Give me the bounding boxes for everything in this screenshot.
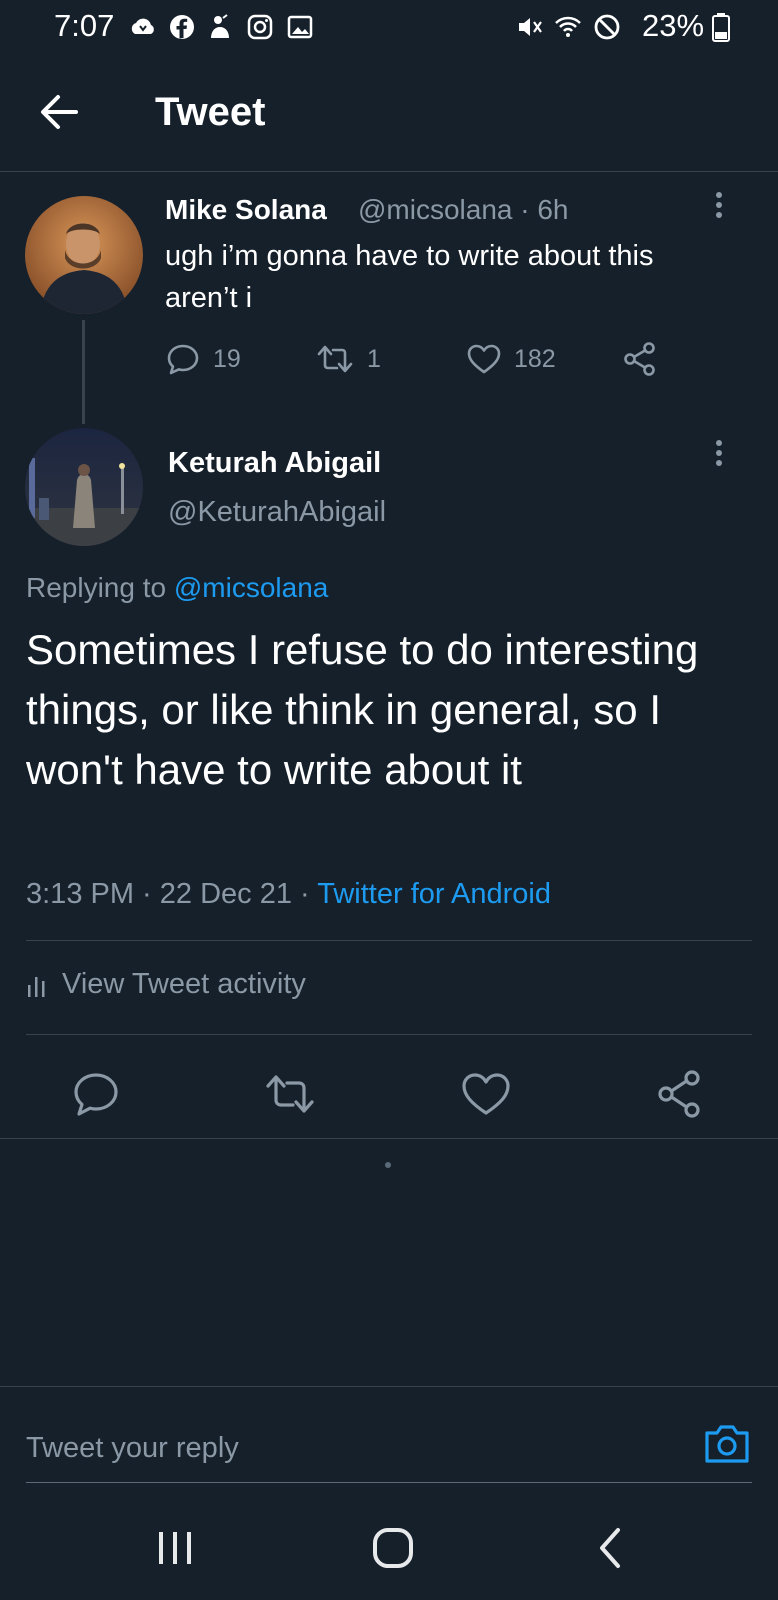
recent-apps-icon[interactable]	[140, 1520, 210, 1576]
parent-author-name[interactable]: Mike Solana	[165, 194, 327, 226]
tweet-meta: 3:13 PM · 22 Dec 21 · Twitter for Androi…	[26, 878, 551, 911]
replying-to-line: Replying to @micsolana	[26, 572, 328, 604]
parent-like-count: 182	[514, 344, 556, 373]
view-activity-label: View Tweet activity	[62, 968, 306, 1000]
heart-icon	[467, 344, 501, 374]
cloud-icon	[131, 18, 154, 34]
reply-input[interactable]	[26, 1420, 666, 1476]
reply-author-name[interactable]: Keturah Abigail	[168, 447, 381, 480]
app-notification-icon	[211, 14, 229, 38]
tweet-source-link[interactable]: Twitter for Android	[317, 878, 551, 910]
divider	[26, 1034, 752, 1035]
home-icon[interactable]	[358, 1520, 428, 1576]
status-time: 7:07	[54, 8, 115, 43]
parent-share-icon[interactable]	[622, 341, 658, 377]
loading-indicator	[385, 1162, 391, 1168]
back-nav-icon[interactable]	[576, 1520, 646, 1576]
reply-input-underline	[26, 1482, 752, 1483]
replying-to-link[interactable]: @micsolana	[174, 572, 328, 603]
reply-more-icon[interactable]	[707, 436, 731, 476]
parent-more-icon[interactable]	[707, 188, 731, 228]
status-bar: 7:07 23%	[0, 0, 778, 52]
retweet-icon[interactable]	[262, 1066, 318, 1122]
main-tweet-text: Sometimes I refuse to do interesting thi…	[26, 626, 699, 793]
reply-avatar[interactable]	[25, 428, 143, 546]
mute-icon	[519, 18, 542, 36]
wifi-icon	[555, 16, 581, 37]
reply-icon	[167, 344, 199, 375]
divider	[0, 1386, 778, 1387]
tweet-timestamp: 3:13 PM · 22 Dec 21 ·	[26, 878, 310, 910]
gallery-icon	[287, 15, 313, 39]
parent-avatar[interactable]	[25, 196, 143, 314]
parent-reply-button[interactable]: 19	[165, 339, 241, 379]
heart-icon[interactable]	[458, 1066, 514, 1122]
divider	[26, 940, 752, 941]
battery-icon	[712, 13, 730, 42]
replying-to-label: Replying to	[26, 572, 167, 603]
battery-percent: 23%	[642, 8, 705, 43]
parent-reply-count: 19	[213, 344, 241, 373]
parent-author-handle[interactable]: @micsolana · 6h	[358, 194, 569, 226]
thread-connector-line	[82, 320, 85, 424]
view-activity-button[interactable]: View Tweet activity	[26, 968, 306, 1001]
facebook-icon	[170, 15, 194, 39]
instagram-icon	[247, 14, 273, 40]
parent-like-button[interactable]: 182	[466, 339, 556, 379]
reply-icon[interactable]	[68, 1066, 124, 1122]
parent-retweet-count: 1	[367, 344, 381, 373]
parent-tweet-text: ugh i’m gonna have to write about this a…	[165, 240, 654, 314]
bar-chart-icon	[28, 976, 45, 997]
page-title: Tweet	[155, 90, 266, 134]
parent-retweet-button[interactable]: 1	[315, 339, 381, 379]
divider	[0, 1138, 778, 1139]
camera-icon[interactable]	[702, 1418, 752, 1468]
do-not-disturb-icon	[594, 14, 620, 40]
header: Tweet	[0, 52, 778, 172]
retweet-icon	[317, 345, 353, 373]
share-icon[interactable]	[652, 1066, 708, 1122]
back-arrow-icon[interactable]	[30, 86, 90, 138]
reply-author-handle[interactable]: @KeturahAbigail	[168, 496, 386, 529]
